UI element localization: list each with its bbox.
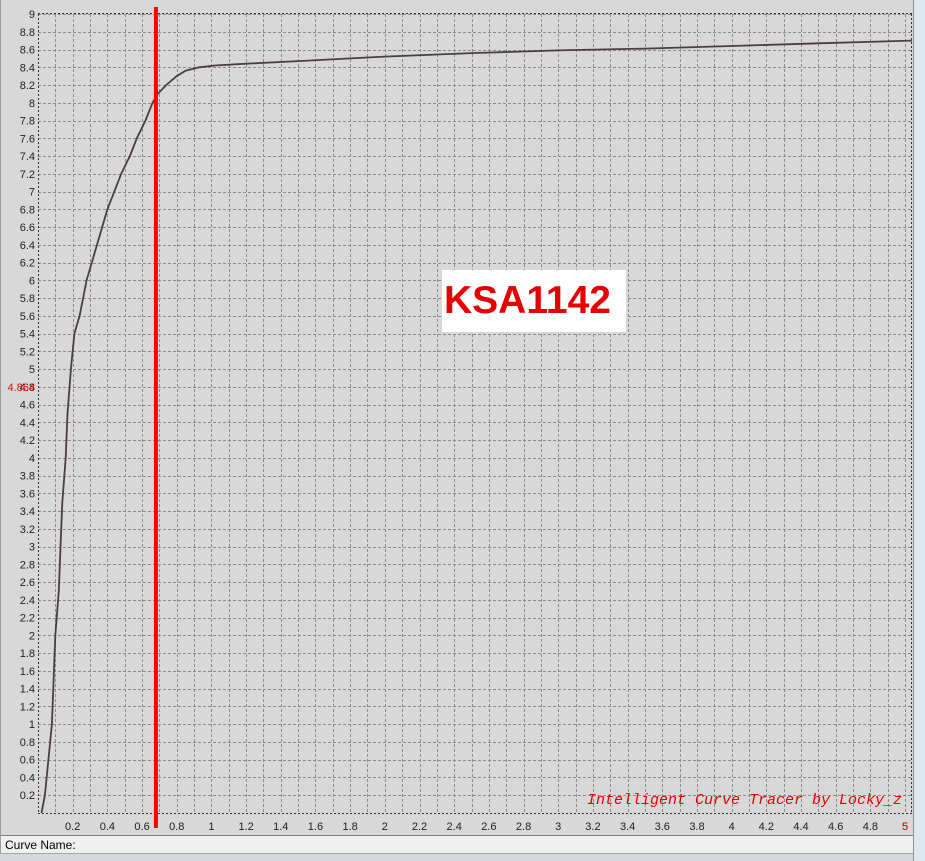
x-tick-label: 0.2 (65, 821, 80, 833)
y-tick-label: 6.6 (20, 222, 35, 234)
grid (38, 14, 912, 813)
y-tick-label: 3.4 (20, 506, 35, 518)
y-tick-label: 8.2 (20, 80, 35, 92)
y-tick-label: 5.6 (20, 311, 35, 323)
y-tick-label: 4.2 (20, 435, 35, 447)
y-tick-label: 8 (29, 98, 35, 110)
x-tick-label: 0.4 (100, 821, 115, 833)
window-frame-left (0, 0, 1, 853)
x-tick-label: 4.6 (828, 821, 843, 833)
x-tick-labels: 0.2 0.4 0.6 0.8 1 1.2 1.4 1.6 1.8 2 2.2 2.4 2.6 2.8 3 3… (65, 821, 908, 833)
x-tick-label: 1.4 (273, 821, 288, 833)
y-tick-label: 1.2 (20, 701, 35, 713)
x-tick-label: 2.2 (412, 821, 427, 833)
x-tick-label: 2.6 (481, 821, 496, 833)
x-tick-label: 0.8 (169, 821, 184, 833)
x-tick-label: 2 (382, 821, 388, 833)
y-tick-label: 4.4 (20, 417, 35, 429)
y-tick-label: 7.8 (20, 116, 35, 128)
x-tick-label: 3.8 (689, 821, 704, 833)
window-frame-bottom (0, 853, 913, 861)
plot-canvas[interactable]: 0.2 0.4 0.6 0.8 1 1.2 1.4 1.6 1.8 2 2.2 2.4 2.6 2.8 3 3… (0, 0, 913, 835)
y-tick-label: 0.8 (20, 737, 35, 749)
x-tick-label: 4.2 (759, 821, 774, 833)
x-tick-label: 2.8 (516, 821, 531, 833)
y-tick-label: 9 (29, 9, 35, 21)
y-tick-label: 0.4 (20, 772, 35, 784)
curve-tracer-window: 0.2 0.4 0.6 0.8 1 1.2 1.4 1.6 1.8 2 2.2 2.4 2.6 2.8 3 3… (0, 0, 925, 861)
watermark-text: Intelligent Curve Tracer by Locky_z (587, 792, 903, 809)
y-tick-label: 7.6 (20, 133, 35, 145)
y-tick-label: 0.2 (20, 790, 35, 802)
x-tick-label: 3 (555, 821, 561, 833)
window-frame-right (913, 0, 925, 861)
y-tick-label: 2 (29, 630, 35, 642)
y-tick-label: 5.4 (20, 329, 35, 341)
y-tick-label: 1.8 (20, 648, 35, 660)
y-tick-label: 3.8 (20, 471, 35, 483)
y-tick-label: 6.2 (20, 258, 35, 270)
y-tick-label: 7.2 (20, 169, 35, 181)
y-tick-label: 5 (29, 364, 35, 376)
y-tick-label: 6.8 (20, 204, 35, 216)
y-tick-label: 8.6 (20, 45, 35, 57)
y-tick-label: 6.4 (20, 240, 35, 252)
y-tick-label: 7.4 (20, 151, 35, 163)
x-tick-label: 3.6 (655, 821, 670, 833)
y-tick-label: 2.6 (20, 577, 35, 589)
y-tick-label: 2.2 (20, 613, 35, 625)
x-tick-label: 1 (208, 821, 214, 833)
y-tick-label: 0.6 (20, 755, 35, 767)
y-tick-label: 6 (29, 275, 35, 287)
y-tick-label: 1.6 (20, 666, 35, 678)
y-tick-label: 5.8 (20, 293, 35, 305)
x-tick-label: 4 (729, 821, 735, 833)
y-tick-label: 4 (29, 453, 35, 465)
x-tick-label: 1.8 (342, 821, 357, 833)
y-tick-label: 5.2 (20, 346, 35, 358)
curve-name-label: Curve Name: (5, 838, 76, 852)
x-readout-label: 5 (902, 821, 908, 833)
status-bar: Curve Name: (0, 835, 913, 853)
y-tick-label: 2.4 (20, 595, 35, 607)
y-tick-label: 8.4 (20, 62, 35, 74)
y-tick-label: 1.4 (20, 684, 35, 696)
x-tick-label: 3.4 (620, 821, 635, 833)
y-tick-label: 3.2 (20, 524, 35, 536)
x-tick-label: 0.6 (134, 821, 149, 833)
y-tick-labels: 0.2 0.4 0.6 0.8 1 1.2 1.4 1.6 1.8 2 2.2 2.4 2.6 2.8 3 3… (20, 9, 35, 802)
y-tick-label: 1 (29, 719, 35, 731)
y-tick-label: 7 (29, 187, 35, 199)
y-tick-label: 3 (29, 542, 35, 554)
y-readout-label: 4.864 (7, 382, 35, 394)
y-tick-label: 2.8 (20, 559, 35, 571)
y-tick-label: 3.6 (20, 488, 35, 500)
x-tick-label: 4.4 (793, 821, 808, 833)
y-tick-label: 4.6 (20, 400, 35, 412)
series-line (40, 39, 913, 814)
x-tick-label: 4.8 (863, 821, 878, 833)
x-tick-label: 3.2 (585, 821, 600, 833)
x-tick-label: 2.4 (447, 821, 462, 833)
x-tick-label: 1.2 (238, 821, 253, 833)
x-tick-label: 1.6 (308, 821, 323, 833)
chart-title: KSA1142 (444, 279, 611, 322)
chart-title-box: KSA1142 (442, 270, 626, 332)
axes (38, 13, 912, 814)
y-tick-label: 8.8 (20, 27, 35, 39)
